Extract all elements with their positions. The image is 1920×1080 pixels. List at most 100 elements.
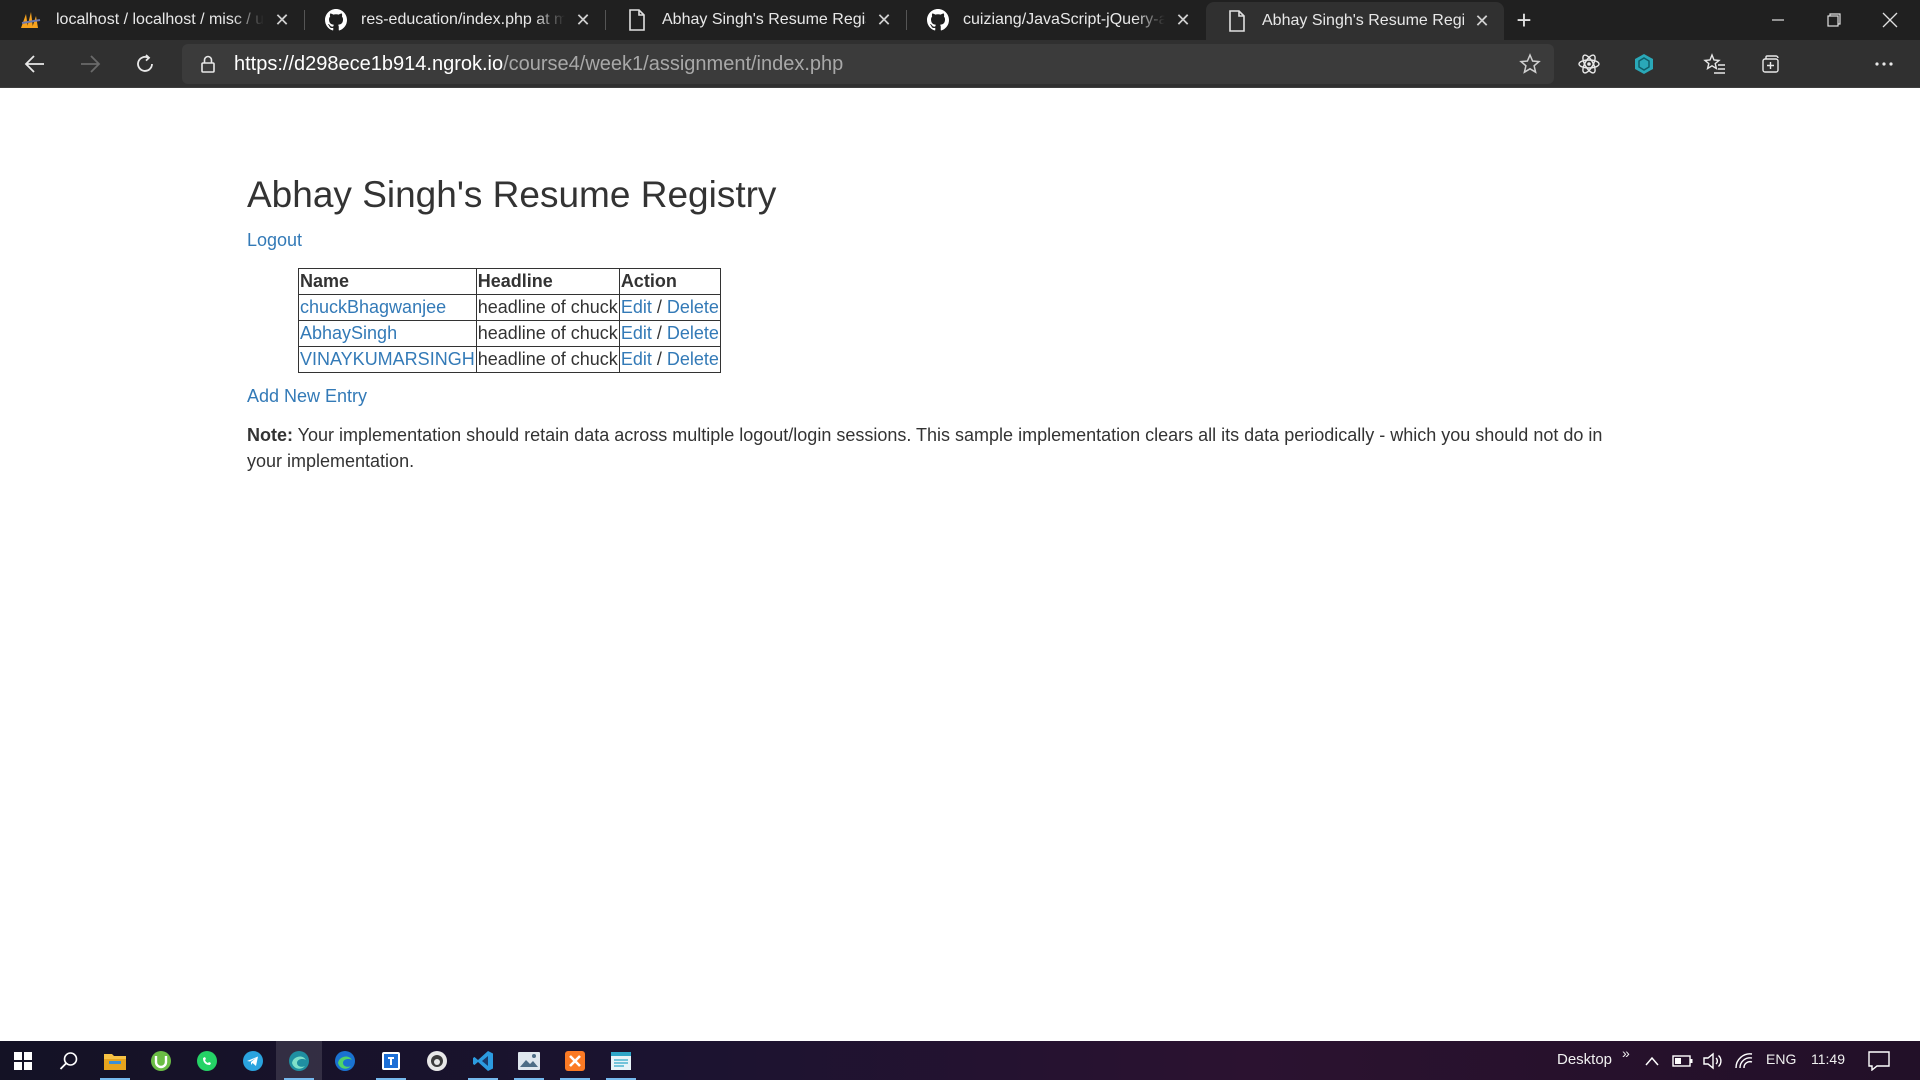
profile-link[interactable]: VINAYKUMARSINGH [300,349,475,369]
action-separator: / [651,323,667,343]
search-button[interactable] [46,1041,92,1080]
headline-cell: headline of chuck [475,346,620,373]
action-separator: / [651,349,667,369]
tab-resume-registry-active[interactable]: Abhay Singh's Resume Registry ✕ [1206,2,1504,40]
delete-link[interactable]: Delete [667,349,719,369]
close-icon [1882,12,1898,28]
github-desktop-icon [427,1050,447,1071]
close-tab-icon[interactable]: ✕ [1173,10,1193,30]
search-icon [59,1051,78,1070]
tab-resume-registry-1[interactable]: Abhay Singh's Resume Registry ✕ [606,0,906,40]
profile-link[interactable]: AbhaySingh [300,323,397,343]
edge-dev-icon [289,1050,309,1071]
language-indicator[interactable]: ENG [1766,1051,1796,1067]
tab-title: Abhay Singh's Resume Registry [662,11,866,28]
tab-title: localhost / localhost / misc / use [56,11,264,28]
page-icon [1226,10,1248,32]
clock[interactable]: 11:49 [1811,1051,1845,1067]
lock-icon[interactable] [198,54,218,74]
edge-icon [335,1050,355,1071]
battery-icon[interactable] [1672,1050,1694,1072]
refresh-button[interactable] [127,46,163,82]
edit-link[interactable]: Edit [621,297,652,317]
profile-link[interactable]: chuckBhagwanjee [300,297,446,317]
close-tab-icon[interactable]: ✕ [272,10,292,30]
tab-github-res-education[interactable]: res-education/index.php at mast ✕ [305,0,605,40]
note-text: Your implementation should retain data a… [247,425,1603,471]
collections-icon[interactable] [1756,50,1784,78]
tab-title: Abhay Singh's Resume Registry [1262,12,1464,29]
tab-github-cuiziang[interactable]: cuiziang/JavaScript-jQuery-and- ✕ [907,0,1205,40]
restore-icon [1827,13,1841,27]
edit-link[interactable]: Edit [621,349,652,369]
logout-link[interactable]: Logout [247,230,302,251]
restore-button[interactable] [1806,0,1862,40]
xampp-icon [565,1050,585,1071]
extension-icon[interactable] [1630,50,1658,78]
close-tab-icon[interactable]: ✕ [1472,11,1492,31]
new-tab-button[interactable]: + [1508,4,1540,36]
file-explorer-taskbar-button[interactable] [92,1041,138,1080]
edge-taskbar-button[interactable] [322,1041,368,1080]
forward-button[interactable] [72,46,108,82]
whatsapp-icon [197,1050,217,1071]
vscode-icon [473,1050,493,1071]
edge-dev-taskbar-button[interactable] [276,1041,322,1080]
telegram-icon [243,1050,263,1071]
add-new-entry-link[interactable]: Add New Entry [247,386,367,407]
telegram-taskbar-button[interactable] [230,1041,276,1080]
xampp-taskbar-button[interactable] [552,1041,598,1080]
url-prefix: https:// [234,53,295,75]
wifi-icon[interactable] [1733,1050,1755,1072]
web-page: Abhay Singh's Resume Registry Logout Nam… [0,89,1920,1041]
more-menu-icon[interactable] [1870,50,1898,78]
column-header-action: Action [618,268,721,295]
notepad-taskbar-button[interactable] [598,1041,644,1080]
edit-link[interactable]: Edit [621,323,652,343]
tab-phpmyadmin[interactable]: localhost / localhost / misc / use ✕ [0,0,304,40]
tab-title: cuiziang/JavaScript-jQuery-and- [963,11,1165,28]
page-icon [626,9,648,31]
forward-arrow-icon [81,55,101,73]
column-header-headline: Headline [475,268,620,295]
page-title: Abhay Singh's Resume Registry [247,174,777,215]
phpmyadmin-icon [20,9,42,31]
table-row: AbhaySingh headline of chuck Edit / Dele… [298,320,721,347]
url-text[interactable]: https://d298ece1b914.ngrok.io/course4/we… [234,53,843,76]
notepad-icon [611,1051,631,1070]
close-tab-icon[interactable]: ✕ [573,10,593,30]
action-cell: Edit / Delete [618,294,721,321]
browser-toolbar: https://d298ece1b914.ngrok.io/course4/we… [0,40,1920,119]
favorite-star-icon[interactable] [1518,52,1542,76]
notifications-icon[interactable] [1868,1050,1890,1072]
refresh-icon [137,54,153,72]
app-taskbar-button[interactable] [368,1041,414,1080]
url-host: d298ece1b914.ngrok.io [294,53,504,75]
utorrent-taskbar-button[interactable] [138,1041,184,1080]
volume-icon[interactable] [1702,1050,1724,1072]
whatsapp-taskbar-button[interactable] [184,1041,230,1080]
file-explorer-icon [104,1053,126,1070]
column-header-name: Name [298,268,477,295]
back-button[interactable] [17,46,53,82]
github-desktop-taskbar-button[interactable] [414,1041,460,1080]
address-bar[interactable]: https://d298ece1b914.ngrok.io/course4/we… [182,44,1554,84]
name-cell: AbhaySingh [298,320,477,347]
favorites-icon[interactable] [1701,50,1729,78]
react-devtools-icon[interactable] [1575,50,1603,78]
close-window-button[interactable] [1862,0,1918,40]
github-icon [927,9,949,31]
photos-taskbar-button[interactable] [506,1041,552,1080]
start-button[interactable] [0,1041,46,1080]
delete-link[interactable]: Delete [667,297,719,317]
tab-title: res-education/index.php at mast [361,11,565,28]
action-separator: / [651,297,667,317]
delete-link[interactable]: Delete [667,323,719,343]
close-tab-icon[interactable]: ✕ [874,10,894,30]
windows-taskbar: Desktop » ENG 11:49 [0,1041,1920,1080]
minimize-button[interactable] [1750,0,1806,40]
toolbar-expand-icon[interactable]: » [1622,1045,1630,1061]
show-hidden-icons-icon[interactable] [1641,1050,1663,1072]
vscode-taskbar-button[interactable] [460,1041,506,1080]
desktop-toolbar-label[interactable]: Desktop [1557,1051,1612,1068]
